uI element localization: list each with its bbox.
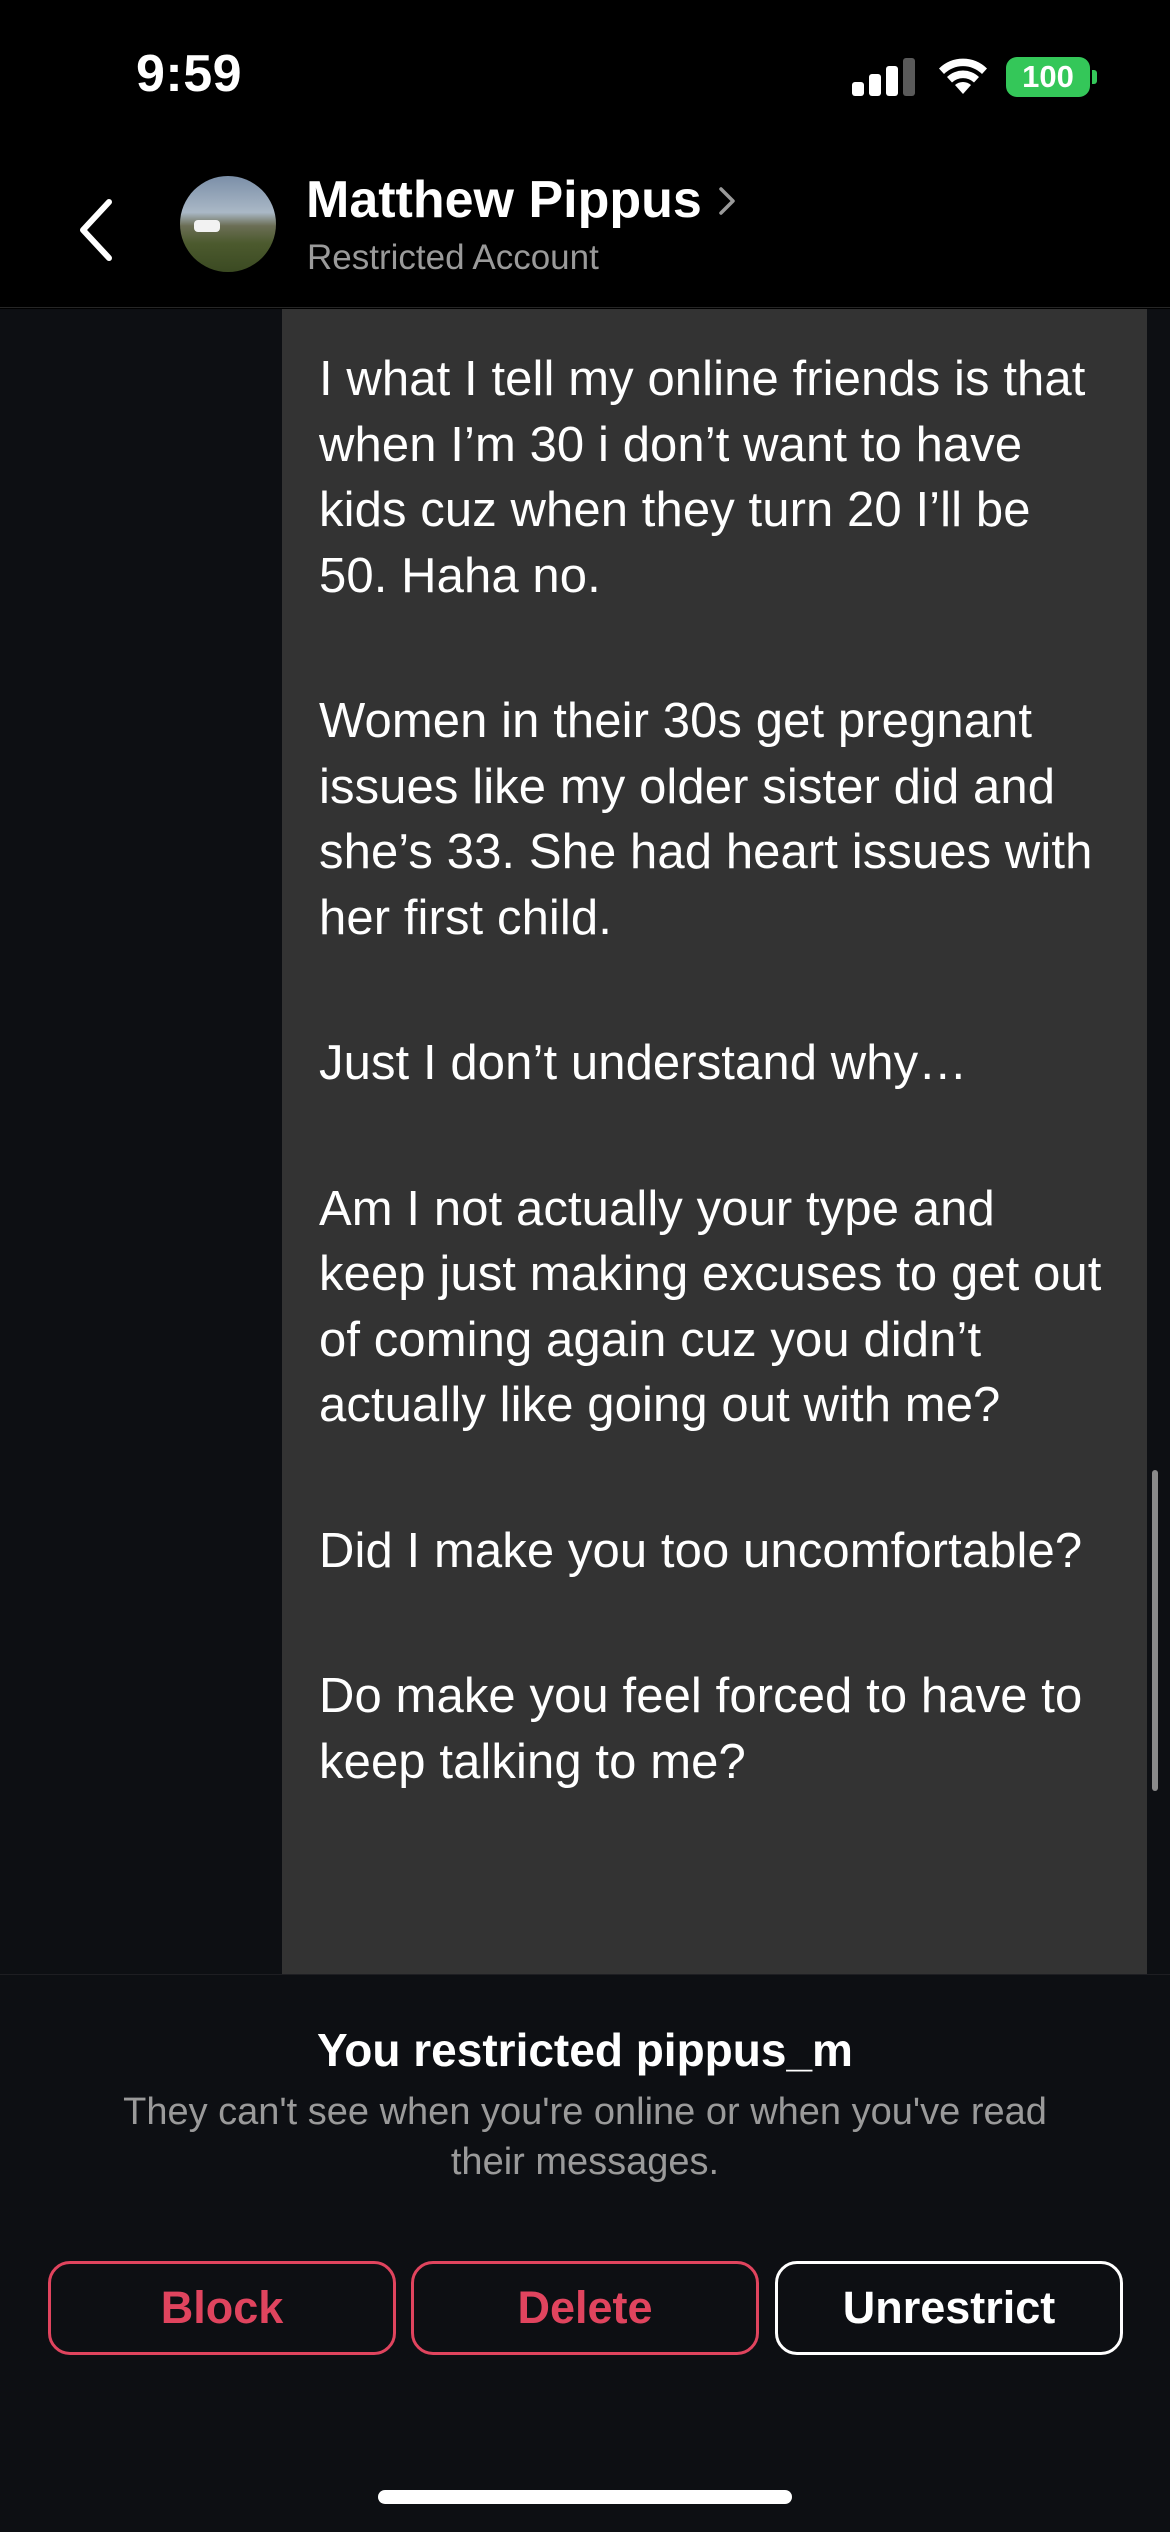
message-paragraph: Just I don’t understand why… (319, 1036, 968, 1090)
message-paragraph: Did I make you too uncomfortable? (319, 1523, 1083, 1578)
message-paragraph: Am I not actually your type and keep jus… (319, 1181, 1102, 1433)
chevron-right-icon (719, 187, 735, 215)
status-bar: 9:59 100 (0, 0, 1170, 150)
restriction-panel: You restricted pippus_m They can't see w… (0, 1974, 1170, 2532)
battery-tip (1092, 70, 1097, 84)
status-time: 9:59 (136, 45, 243, 103)
contact-name: Matthew Pippus (306, 171, 702, 229)
delete-button[interactable]: Delete (411, 2261, 759, 2355)
restriction-title: You restricted pippus_m (317, 2024, 853, 2076)
unrestrict-button[interactable]: Unrestrict (775, 2261, 1123, 2355)
account-status-subtitle: Restricted Account (307, 238, 599, 277)
wifi-icon (936, 54, 990, 96)
back-button[interactable] (60, 190, 130, 270)
scrollbar[interactable] (1152, 1470, 1158, 1791)
message-paragraph: Women in their 30s get pregnant issues l… (319, 694, 1093, 945)
message-thread[interactable]: I what I tell my online friends is that … (0, 309, 1170, 1974)
chevron-left-icon (80, 199, 112, 261)
block-button[interactable]: Block (48, 2261, 396, 2355)
battery-icon: 100 (1006, 57, 1090, 97)
message-bubble[interactable]: I what I tell my online friends is that … (282, 309, 1147, 1974)
avatar[interactable] (180, 176, 276, 272)
cellular-signal-icon (852, 58, 916, 96)
conversation-header: Matthew Pippus Restricted Account (0, 150, 1170, 308)
restriction-description: They can't see when you're online or whe… (123, 2091, 1047, 2183)
battery-level: 100 (1022, 59, 1074, 94)
home-indicator[interactable] (378, 2490, 792, 2504)
avatar-car-detail (194, 220, 220, 232)
message-paragraph: I what I tell my online friends is that … (319, 352, 1086, 603)
message-paragraph: Do make you feel forced to have to keep … (319, 1669, 1083, 1789)
contact-name-link[interactable]: Matthew Pippus (306, 170, 736, 230)
